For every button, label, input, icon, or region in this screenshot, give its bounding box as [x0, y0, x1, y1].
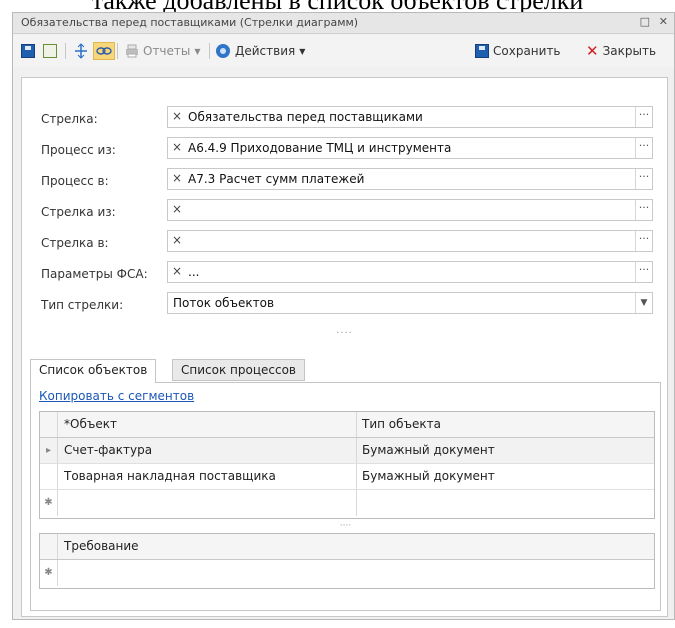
ellipsis-button[interactable]: ···: [635, 138, 652, 158]
clear-icon[interactable]: ×: [172, 264, 182, 278]
arrow-editor-window: Обязательства перед поставщиками (Стрелк…: [12, 12, 675, 620]
object-type-cell[interactable]: Бумажный документ: [362, 469, 495, 483]
split-vertical-icon: [75, 43, 87, 59]
tab-processes-list[interactable]: Список процессов: [172, 359, 305, 381]
new-row[interactable]: ✱: [40, 560, 654, 586]
copy-from-segments-link[interactable]: Копировать с сегментов: [39, 389, 194, 403]
chevron-down-icon[interactable]: ▼: [635, 293, 652, 313]
table-row[interactable]: Товарная накладная поставщика Бумажный д…: [40, 464, 654, 490]
window-title: Обязательства перед поставщиками (Стрелк…: [21, 16, 359, 29]
close-window-button[interactable]: ✕: [659, 15, 668, 28]
column-divider: [356, 412, 357, 437]
field-label-arrow: Стрелка:: [41, 112, 98, 126]
actions-dropdown[interactable]: Действия ▼: [215, 42, 305, 60]
arrow-field[interactable]: × Обязательства перед поставщиками ···: [167, 106, 653, 128]
clear-icon[interactable]: ×: [172, 233, 182, 247]
maximize-button[interactable]: □: [640, 15, 650, 28]
objects-grid-header: *Объект Тип объекта: [40, 412, 654, 438]
fsa-params-field[interactable]: × ... ···: [167, 261, 653, 283]
arrow-to-field[interactable]: × ···: [167, 230, 653, 252]
close-button[interactable]: ✕ Закрыть: [586, 42, 656, 60]
clear-icon[interactable]: ×: [172, 171, 182, 185]
toolbar-divider: [209, 43, 210, 59]
floppy-disk-icon: [21, 44, 35, 58]
process-from-field[interactable]: × А6.4.9 Приходование ТМЦ и инструмента …: [167, 137, 653, 159]
column-divider: [356, 490, 357, 516]
arrow-type-select[interactable]: Поток объектов ▼: [167, 292, 653, 314]
link-button[interactable]: [93, 42, 115, 60]
field-label-fsa-params: Параметры ФСА:: [41, 267, 148, 281]
close-label: Закрыть: [602, 44, 657, 58]
panel-splitter[interactable]: ····: [22, 328, 667, 339]
reports-dropdown[interactable]: Отчеты ▼: [125, 42, 201, 60]
chevron-down-icon: ▼: [194, 46, 201, 56]
row-indicator: [40, 464, 58, 489]
reports-label: Отчеты: [143, 44, 191, 58]
toolbar: Отчеты ▼ Действия ▼ Сохранить ✕ Закрыть: [13, 35, 674, 67]
column-header-object[interactable]: *Объект: [64, 417, 117, 431]
grid-splitter[interactable]: ····: [31, 521, 660, 531]
tab-objects-list[interactable]: Список объектов: [30, 359, 157, 383]
new-row-icon: ✱: [40, 560, 58, 586]
process-from-value: А6.4.9 Приходование ТМЦ и инструмента: [188, 141, 452, 155]
objects-grid: *Объект Тип объекта ▸ Счет-фактура Бумаж…: [39, 411, 655, 519]
clear-icon[interactable]: ×: [172, 109, 182, 123]
window-titlebar: Обязательства перед поставщиками (Стрелк…: [13, 13, 674, 34]
save-icon-button[interactable]: [21, 42, 35, 60]
field-label-process-from: Процесс из:: [41, 143, 116, 157]
document-refresh-icon: [43, 44, 57, 58]
toolbar-divider: [65, 43, 66, 59]
refresh-button[interactable]: [43, 42, 57, 60]
chevron-down-icon: ▼: [299, 46, 306, 56]
ellipsis-button[interactable]: ···: [635, 169, 652, 189]
clear-icon[interactable]: ×: [172, 140, 182, 154]
ellipsis-button[interactable]: ···: [635, 231, 652, 251]
ellipsis-button[interactable]: ···: [635, 262, 652, 282]
row-indicator: [40, 412, 58, 437]
save-button[interactable]: Сохранить: [475, 42, 561, 60]
table-row[interactable]: ▸ Счет-фактура Бумажный документ: [40, 438, 654, 464]
printer-icon: [126, 44, 138, 58]
arrow-value: Обязательства перед поставщиками: [188, 110, 423, 124]
new-row[interactable]: ✱: [40, 490, 654, 516]
object-cell[interactable]: Товарная накладная поставщика: [64, 469, 276, 483]
process-to-value: А7.3 Расчет сумм платежей: [188, 172, 365, 186]
row-pointer-icon: ▸: [40, 438, 58, 463]
actions-label: Действия: [235, 44, 296, 58]
field-label-arrow-type: Тип стрелки:: [41, 298, 124, 312]
toolbar-divider: [117, 43, 118, 59]
column-header-object-type[interactable]: Тип объекта: [362, 417, 441, 431]
row-indicator: [40, 534, 58, 559]
field-label-arrow-from: Стрелка из:: [41, 205, 116, 219]
gear-globe-icon: [216, 44, 230, 58]
form-panel: Стрелка: × Обязательства перед поставщик…: [21, 77, 668, 617]
new-row-icon: ✱: [40, 490, 58, 516]
object-cell[interactable]: Счет-фактура: [64, 443, 152, 457]
requirements-grid: Требование ✱: [39, 533, 655, 589]
fsa-params-value: ...: [188, 265, 200, 279]
objects-tab-content: Копировать с сегментов *Объект Тип объек…: [30, 382, 661, 611]
process-to-field[interactable]: × А7.3 Расчет сумм платежей ···: [167, 168, 653, 190]
close-icon: ✕: [586, 42, 599, 60]
split-button[interactable]: [73, 42, 89, 60]
arrow-type-value: Поток объектов: [173, 296, 275, 310]
requirements-grid-header: Требование: [40, 534, 654, 560]
chain-link-icon: [96, 47, 112, 55]
column-divider: [356, 464, 357, 489]
floppy-disk-icon: [475, 44, 489, 58]
ellipsis-button[interactable]: ···: [635, 200, 652, 220]
object-type-cell[interactable]: Бумажный документ: [362, 443, 495, 457]
clear-icon[interactable]: ×: [172, 202, 182, 216]
field-label-arrow-to: Стрелка в:: [41, 236, 109, 250]
column-header-requirement[interactable]: Требование: [64, 539, 139, 553]
field-label-process-to: Процесс в:: [41, 174, 109, 188]
column-divider: [356, 438, 357, 463]
save-label: Сохранить: [493, 44, 561, 58]
ellipsis-button[interactable]: ···: [635, 107, 652, 127]
arrow-from-field[interactable]: × ···: [167, 199, 653, 221]
